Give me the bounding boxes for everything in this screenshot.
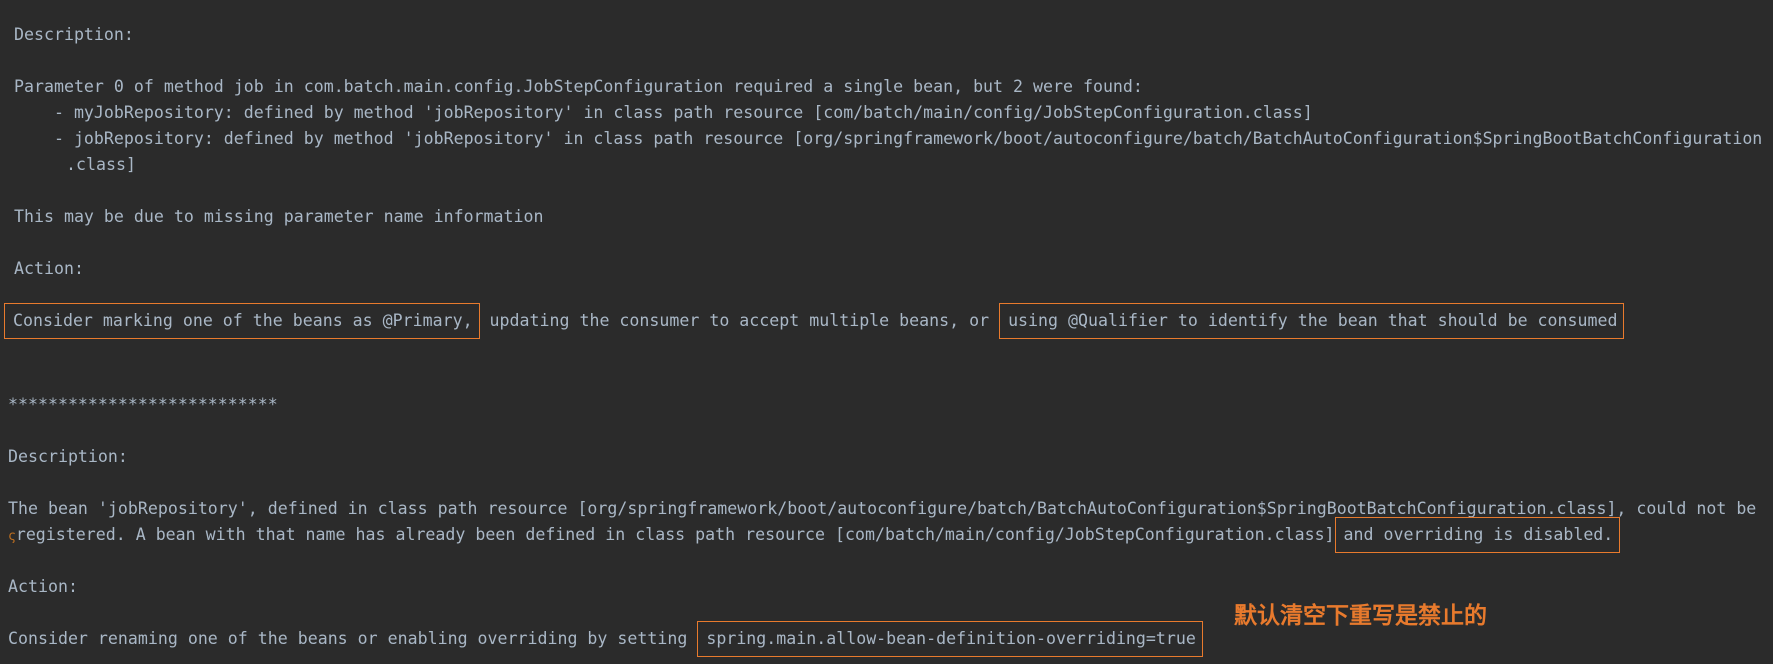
action-text-2: Consider renaming one of the beans or en…	[8, 621, 1203, 657]
highlight-primary: Consider marking one of the beans as @Pr…	[4, 303, 480, 339]
soft-wrap-icon: ς	[8, 529, 16, 544]
annotation-note: 默认清空下重写是禁止的	[1234, 603, 1487, 629]
separator: ***************************	[8, 395, 278, 414]
highlight-qualifier: using @Qualifier to identify the bean th…	[999, 303, 1625, 339]
highlight-property: spring.main.allow-bean-definition-overri…	[697, 621, 1203, 657]
bean-candidate-2: - jobRepository: defined by method 'jobR…	[14, 129, 1763, 148]
description-header-2: Description:	[8, 447, 128, 466]
action-header-2: Action:	[8, 577, 78, 596]
description-text-2-line-2: ςregistered. A bean with that name has a…	[8, 517, 1621, 553]
note-text: This may be due to missing parameter nam…	[14, 207, 544, 226]
action-text: Consider marking one of the beans as @Pr…	[4, 303, 1625, 339]
bean-candidate-1: - myJobRepository: defined by method 'jo…	[14, 103, 1313, 122]
action-text-middle: updating the consumer to accept multiple…	[479, 311, 1000, 330]
console-output: Description: Parameter 0 of method job i…	[0, 0, 1773, 664]
action-text-2-body: Consider renaming one of the beans or en…	[8, 629, 698, 648]
highlight-overriding-disabled: and overriding is disabled.	[1334, 517, 1621, 553]
description-text: Parameter 0 of method job in com.batch.m…	[14, 77, 1143, 96]
action-header: Action:	[14, 259, 84, 278]
bean-candidate-2-continued: .class]	[66, 155, 136, 174]
description-text-2-body: registered. A bean with that name has al…	[15, 525, 1335, 544]
description-header: Description:	[14, 25, 134, 44]
